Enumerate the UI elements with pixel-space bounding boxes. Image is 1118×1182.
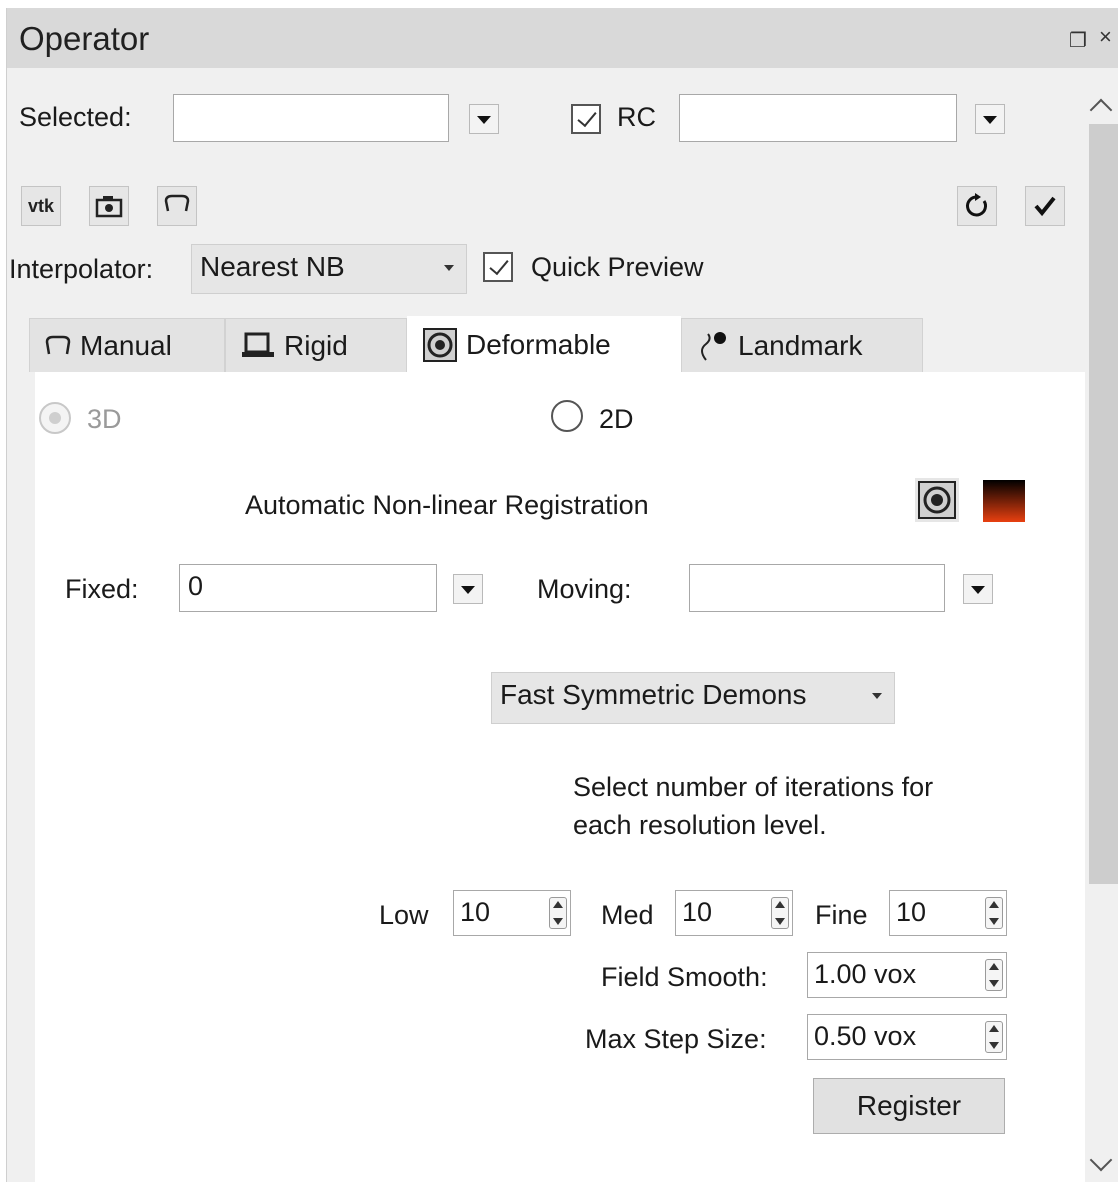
fine-iterations-value: 10 <box>896 897 927 927</box>
check-icon <box>1034 196 1056 217</box>
low-iterations-spinbox[interactable]: 10 <box>453 890 571 936</box>
spin-arrows-icon[interactable] <box>771 897 789 929</box>
iterations-hint-line2: each resolution level. <box>573 810 827 840</box>
roi-dropdown-button[interactable] <box>975 104 1005 134</box>
fixed-dropdown-button[interactable] <box>453 574 483 604</box>
section-title: Automatic Non-linear Registration <box>245 490 649 520</box>
tab-landmark[interactable]: Landmark <box>681 318 923 372</box>
tab-rigid-label: Rigid <box>284 329 348 361</box>
panel-title: Operator <box>19 20 150 57</box>
float-icon[interactable]: ❐ <box>1069 28 1087 53</box>
tab-deformable-label: Deformable <box>466 328 611 360</box>
manual-icon <box>164 194 190 212</box>
low-iterations-value: 10 <box>460 897 491 927</box>
selected-dropdown-button[interactable] <box>469 104 499 134</box>
moving-field[interactable] <box>689 564 945 612</box>
camera-button[interactable] <box>89 186 129 226</box>
tab-manual-label: Manual <box>80 329 172 361</box>
roi-label: RC <box>617 102 656 132</box>
camera-icon <box>95 196 123 218</box>
selected-label: Selected: <box>19 102 132 132</box>
roi-checkbox[interactable] <box>571 104 601 134</box>
deformable-panel: 3D 2D Automatic Non-linear Registration … <box>35 372 1085 1182</box>
fine-label: Fine <box>815 900 868 930</box>
radio-2d-label: 2D <box>599 404 634 434</box>
fine-iterations-spinbox[interactable]: 10 <box>889 890 1007 936</box>
spin-arrows-icon[interactable] <box>985 1021 1003 1053</box>
tab-manual[interactable]: Manual <box>29 318 225 372</box>
max-step-size-spinbox[interactable]: 0.50 vox <box>807 1014 1007 1060</box>
selected-field[interactable] <box>173 94 449 142</box>
radio-3d-label: 3D <box>87 404 122 434</box>
tab-deformable[interactable]: Deformable <box>407 316 681 372</box>
algorithm-value: Fast Symmetric Demons <box>500 679 807 710</box>
interpolator-value: Nearest NB <box>200 251 345 282</box>
scroll-up-icon[interactable] <box>1089 98 1113 122</box>
close-icon[interactable]: × <box>1099 24 1112 50</box>
moving-label: Moving: <box>537 574 632 604</box>
spin-arrows-icon[interactable] <box>549 897 567 929</box>
iterations-hint-line1: Select number of iterations for <box>573 772 934 802</box>
med-iterations-value: 10 <box>682 897 713 927</box>
field-smooth-value: 1.00 vox <box>814 959 917 989</box>
colormap-icon[interactable] <box>983 480 1025 522</box>
deformable-preview-button[interactable] <box>915 478 959 522</box>
algorithm-select[interactable]: Fast Symmetric Demons <box>491 672 895 724</box>
roi-field[interactable] <box>679 94 957 142</box>
vertical-scrollbar[interactable] <box>1085 86 1118 1182</box>
radio-3d[interactable] <box>39 402 71 434</box>
quick-preview-label: Quick Preview <box>531 252 704 282</box>
chevron-down-icon <box>444 265 454 271</box>
manual-tool-button[interactable] <box>157 186 197 226</box>
field-smooth-spinbox[interactable]: 1.00 vox <box>807 952 1007 998</box>
deformable-icon <box>422 327 458 363</box>
apply-button[interactable] <box>1025 186 1065 226</box>
chevron-down-icon <box>872 693 882 699</box>
low-label: Low <box>379 900 429 930</box>
interpolator-select[interactable]: Nearest NB <box>191 244 467 294</box>
title-bar: Operator ❐ × <box>7 8 1118 68</box>
hand-icon <box>44 334 72 358</box>
deformable-icon <box>918 481 956 519</box>
radio-2d[interactable] <box>551 400 583 432</box>
tab-rigid[interactable]: Rigid <box>225 318 407 372</box>
med-iterations-spinbox[interactable]: 10 <box>675 890 793 936</box>
quick-preview-checkbox[interactable] <box>483 252 513 282</box>
reset-icon <box>966 193 987 217</box>
max-step-size-label: Max Step Size: <box>585 1024 767 1054</box>
moving-dropdown-button[interactable] <box>963 574 993 604</box>
med-label: Med <box>601 900 654 930</box>
vtk-button[interactable]: vtk <box>21 186 61 226</box>
field-smooth-label: Field Smooth: <box>601 962 768 992</box>
landmark-icon <box>696 330 730 362</box>
fixed-field[interactable]: 0 <box>179 564 437 612</box>
fixed-label: Fixed: <box>65 574 139 604</box>
scroll-down-icon[interactable] <box>1089 1148 1113 1172</box>
spin-arrows-icon[interactable] <box>985 959 1003 991</box>
spin-arrows-icon[interactable] <box>985 897 1003 929</box>
rigid-icon <box>240 331 276 361</box>
register-button[interactable]: Register <box>813 1078 1005 1134</box>
interpolator-label: Interpolator: <box>9 254 154 284</box>
reset-button[interactable] <box>957 186 997 226</box>
operator-panel: Operator ❐ × Selected: RC vtk Interpolat… <box>6 8 1118 1182</box>
scroll-thumb[interactable] <box>1089 124 1118 884</box>
tab-landmark-label: Landmark <box>738 329 863 361</box>
max-step-size-value: 0.50 vox <box>814 1021 917 1051</box>
